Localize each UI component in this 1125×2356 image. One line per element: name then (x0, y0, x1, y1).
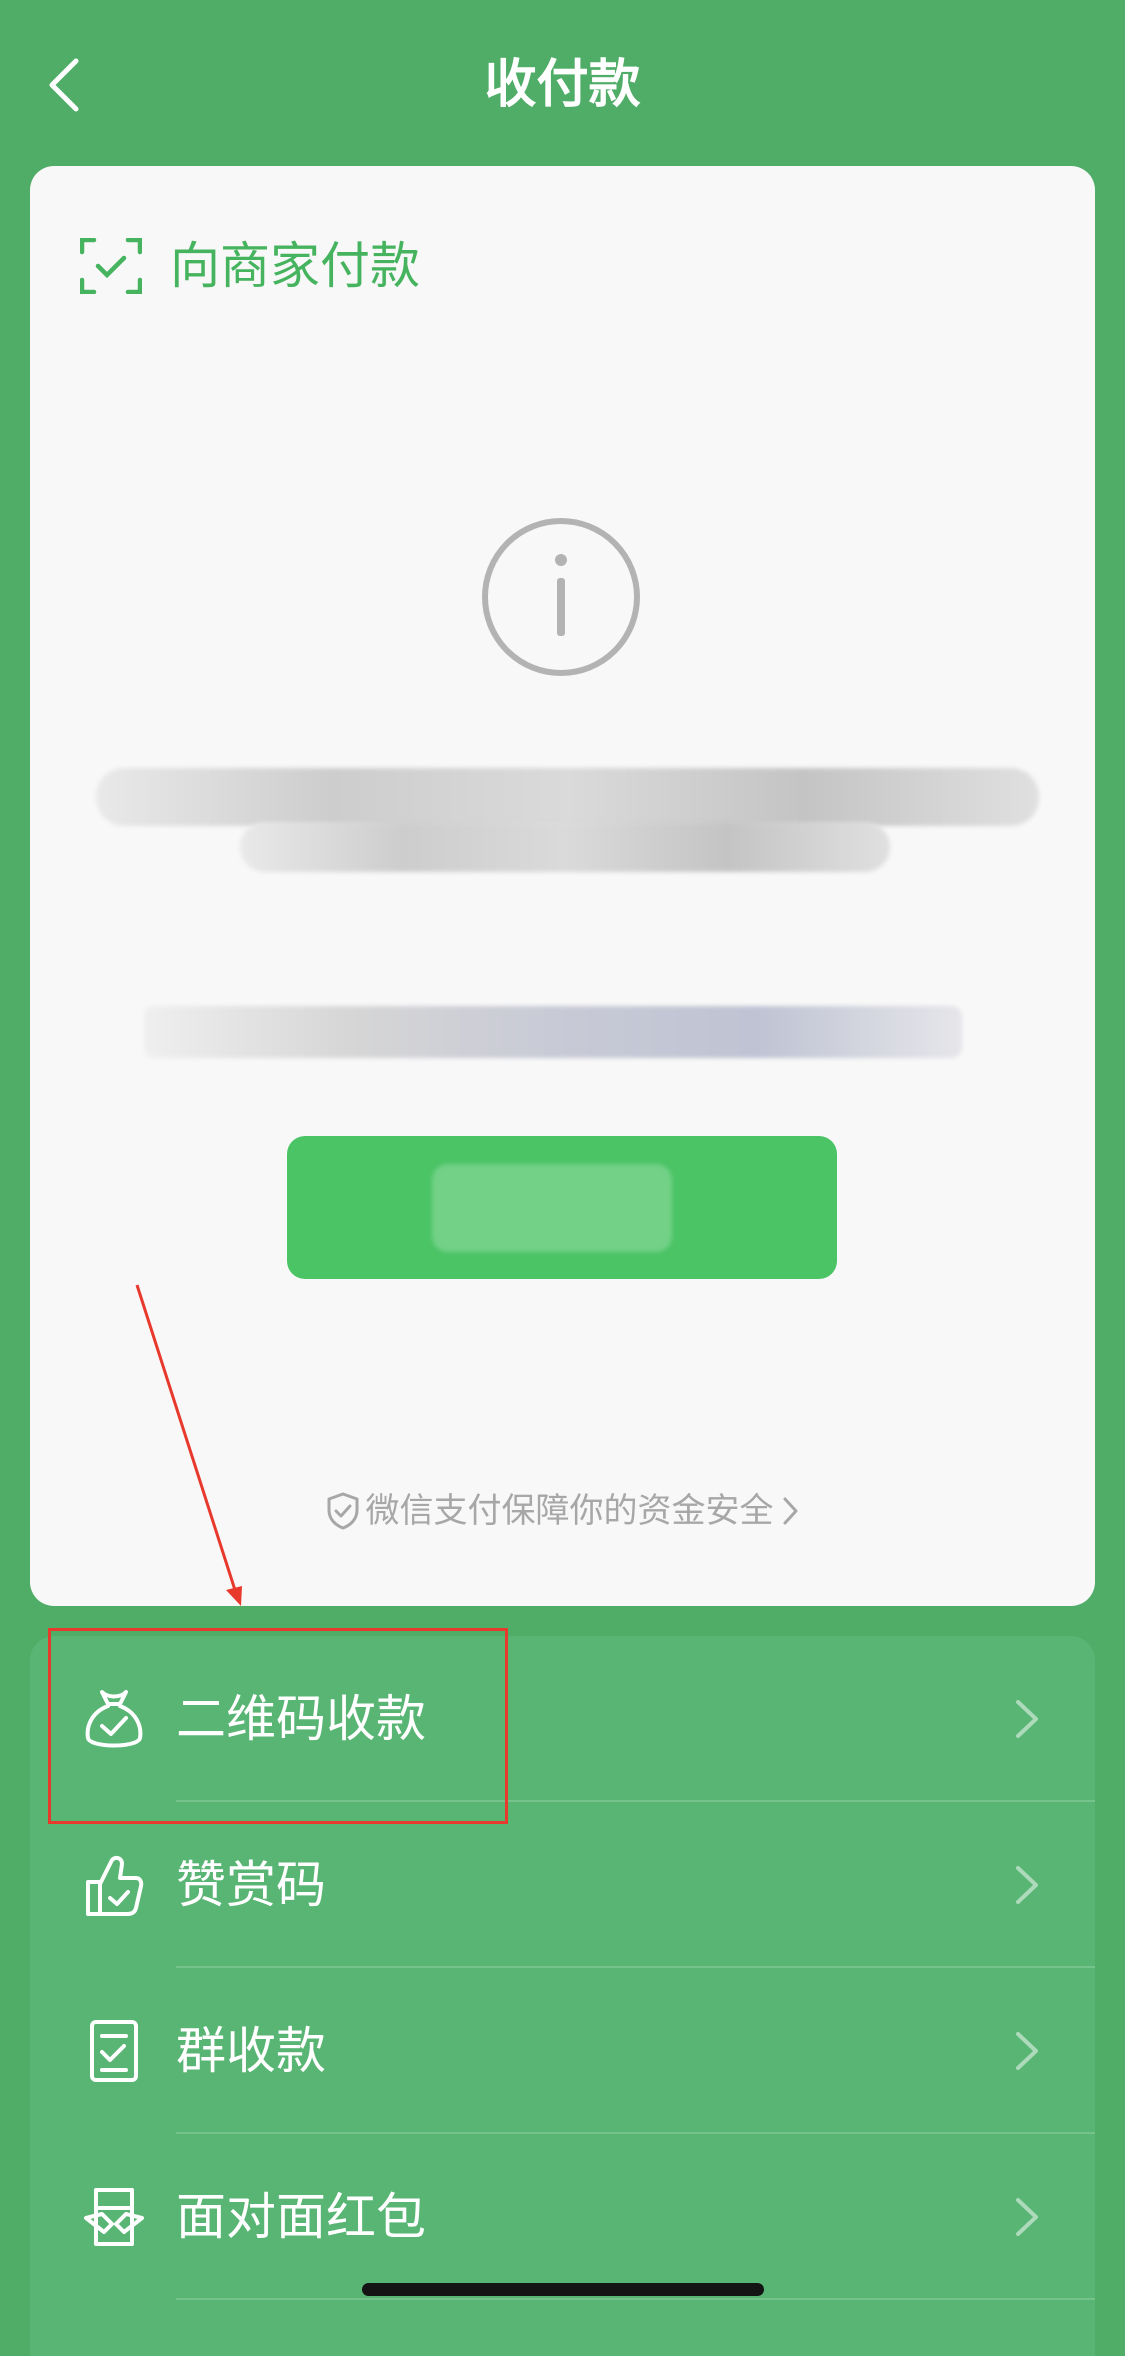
home-indicator (362, 2283, 764, 2296)
annotation-arrow (135, 1284, 242, 1606)
